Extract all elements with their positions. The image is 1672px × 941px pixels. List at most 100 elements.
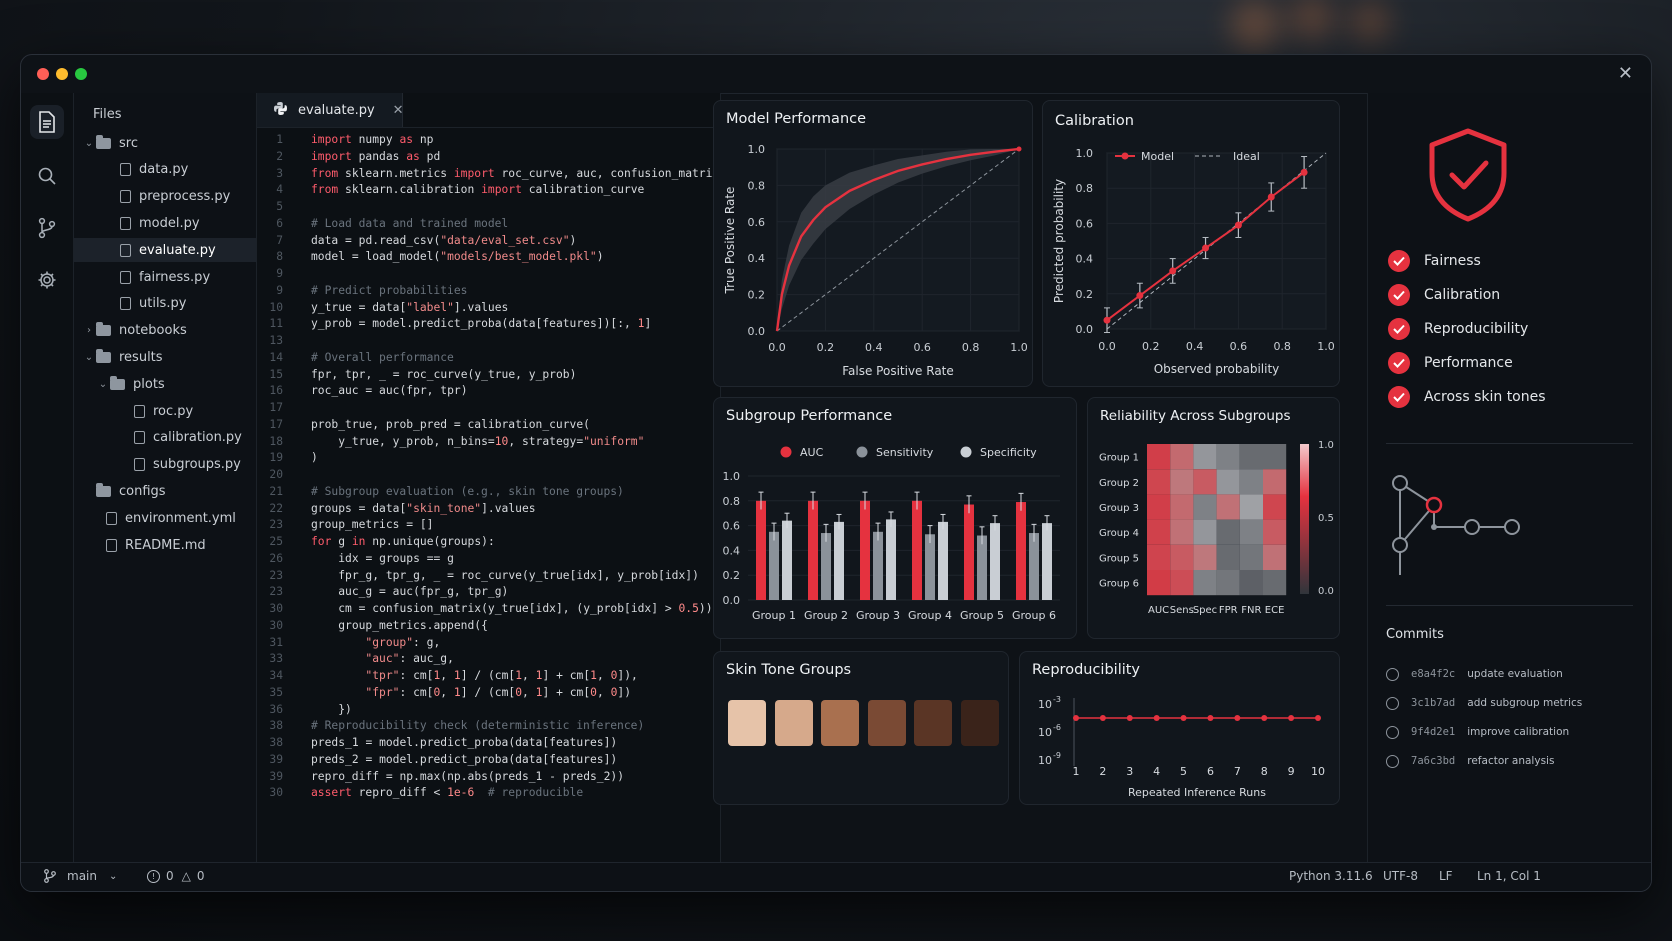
skin-tone-swatch[interactable] <box>867 700 906 746</box>
line-number: 39 <box>269 752 283 766</box>
heatmap-cell <box>1239 444 1263 470</box>
cursor-position[interactable]: Ln 1, Col 1 <box>1477 869 1541 883</box>
tree-item-environment-yml[interactable]: environment.yml <box>74 506 256 530</box>
panel-title: Skin Tone Groups <box>726 662 852 678</box>
legend-ideal-label: Ideal <box>1233 150 1260 163</box>
source-control-icon[interactable] <box>30 211 64 245</box>
code-text: # Subgroup evaluation (e.g., skin tone g… <box>311 484 624 498</box>
code-line: 2 import pandas as pd <box>257 150 440 167</box>
commit-item[interactable]: 7a6c3bd refactor analysis <box>1386 751 1554 771</box>
code-line: 3 from sklearn.metrics import roc_curve, … <box>257 167 719 184</box>
tree-item-results[interactable]: ⌄ results <box>74 345 256 369</box>
commit-message: improve calibration <box>1467 726 1570 738</box>
tree-item-preprocess-py[interactable]: preprocess.py <box>74 185 256 209</box>
chevron-right-icon: › <box>87 325 91 337</box>
code-text: y_true, y_prob, n_bins=10, strategy="uni… <box>338 434 645 448</box>
model-point <box>1169 267 1177 275</box>
tree-item-evaluate-py[interactable]: evaluate.py <box>74 238 256 263</box>
file-icon <box>120 216 131 230</box>
tab-evaluate-py[interactable]: evaluate.py ✕ <box>257 93 404 127</box>
chevron-down-icon: ⌄ <box>84 137 94 149</box>
tree-item-README-md[interactable]: README.md <box>74 533 256 557</box>
commit-item[interactable]: e8a4f2c update evaluation <box>1386 664 1563 684</box>
commit-item[interactable]: 9f4d2e1 improve calibration <box>1386 722 1569 742</box>
repro-point <box>1153 715 1160 722</box>
row-label: Group 6 <box>1099 579 1139 590</box>
code-line: 18 y_true, y_prob, n_bins=10, strategy="… <box>257 435 644 452</box>
skin-tone-swatch[interactable] <box>960 700 999 746</box>
folder-icon <box>96 134 111 149</box>
line-ending[interactable]: LF <box>1439 869 1453 883</box>
search-icon[interactable] <box>30 159 64 193</box>
y-tick-label: 1.0 <box>723 470 741 483</box>
python-file-icon <box>273 101 288 120</box>
line-number: 7 <box>276 233 283 247</box>
line-number: 20 <box>269 468 283 481</box>
tree-item-configs[interactable]: configs <box>74 479 256 503</box>
x-tick-label: 3 <box>1126 765 1133 778</box>
line-number: 19 <box>269 451 283 465</box>
check-icon <box>1388 386 1410 408</box>
problems-indicator[interactable]: ! 0 △ 0 <box>147 869 205 883</box>
tree-item-model-py[interactable]: model.py <box>74 211 256 235</box>
commit-message: refactor analysis <box>1467 755 1555 767</box>
tree-item-utils-py[interactable]: utils.py <box>74 292 256 316</box>
row-label: Group 1 <box>1099 453 1139 464</box>
code-text: group_metrics = [] <box>311 518 434 532</box>
y-tick-exponent: -6 <box>1053 723 1061 732</box>
code-text: group_metrics.append({ <box>338 618 488 632</box>
commit-hash: 9f4d2e1 <box>1411 726 1456 738</box>
code-line: 15 fpr, tpr, _ = roc_curve(y_true, y_prob… <box>257 368 576 385</box>
tab-close-icon[interactable]: ✕ <box>393 103 404 118</box>
tree-item-fairness-py[interactable]: fairness.py <box>74 265 256 289</box>
y-axis-label: Predicted probability <box>1052 179 1066 303</box>
x-axis-label: False Positive Rate <box>842 364 954 378</box>
tree-item-roc-py[interactable]: roc.py <box>74 399 256 423</box>
code-line: 4 from sklearn.calibration import calibra… <box>257 183 644 200</box>
tree-item-src[interactable]: ⌄ src <box>74 131 256 155</box>
repro-point <box>1099 715 1106 722</box>
x-tick-label: 0.0 <box>768 341 786 354</box>
warning-count: 0 <box>196 869 205 883</box>
skin-tone-swatch[interactable] <box>774 700 813 746</box>
legend-marker <box>856 446 868 458</box>
settings-gear-icon[interactable] <box>30 263 64 297</box>
code-line: 25 for g in np.unique(groups): <box>257 535 494 552</box>
line-number: 30 <box>269 786 283 800</box>
tree-item-notebooks[interactable]: › notebooks <box>74 319 256 343</box>
heatmap-cell <box>1170 544 1194 570</box>
tree-item-plots[interactable]: ⌄ plots <box>74 372 256 396</box>
line-number: 38 <box>269 719 283 733</box>
bar-specificity <box>886 519 896 600</box>
repro-point <box>1207 715 1214 722</box>
file-encoding[interactable]: UTF-8 <box>1383 869 1418 883</box>
commit-item[interactable]: 3c1b7ad add subgroup metrics <box>1386 693 1582 713</box>
checklist-label: Reproducibility <box>1424 321 1529 337</box>
heatmap-cell <box>1147 469 1171 495</box>
y-tick-label: 1.0 <box>748 143 766 156</box>
tree-item-subgroups-py[interactable]: subgroups.py <box>74 453 256 477</box>
minimize-window-button[interactable] <box>56 68 68 80</box>
skin-tone-swatch[interactable] <box>728 700 766 746</box>
file-icon <box>134 404 145 418</box>
check-icon <box>1388 284 1410 306</box>
skin-tone-swatch[interactable] <box>914 700 952 746</box>
code-line: 19) <box>257 451 317 468</box>
heatmap-cell <box>1147 544 1171 570</box>
close-icon[interactable]: ✕ <box>1618 63 1633 84</box>
line-number: 35 <box>269 685 283 699</box>
tree-item-calibration-py[interactable]: calibration.py <box>74 426 256 450</box>
tree-item-data-py[interactable]: data.py <box>74 158 256 182</box>
line-number: 16 <box>269 384 283 398</box>
commit-message: add subgroup metrics <box>1467 697 1583 709</box>
x-axis-label: Observed probability <box>1154 362 1280 376</box>
code-text: data = pd.read_csv("data/eval_set.csv") <box>311 233 577 247</box>
chevron-down-icon: ⌄ <box>98 378 108 390</box>
close-window-button[interactable] <box>37 68 49 80</box>
branch-switcher[interactable]: main ⌄ <box>43 869 117 883</box>
line-number: 6 <box>276 216 283 230</box>
skin-tone-swatch[interactable] <box>821 700 859 746</box>
python-version[interactable]: Python 3.11.6 <box>1289 869 1373 883</box>
maximize-window-button[interactable] <box>75 68 87 80</box>
files-icon[interactable] <box>30 105 64 139</box>
